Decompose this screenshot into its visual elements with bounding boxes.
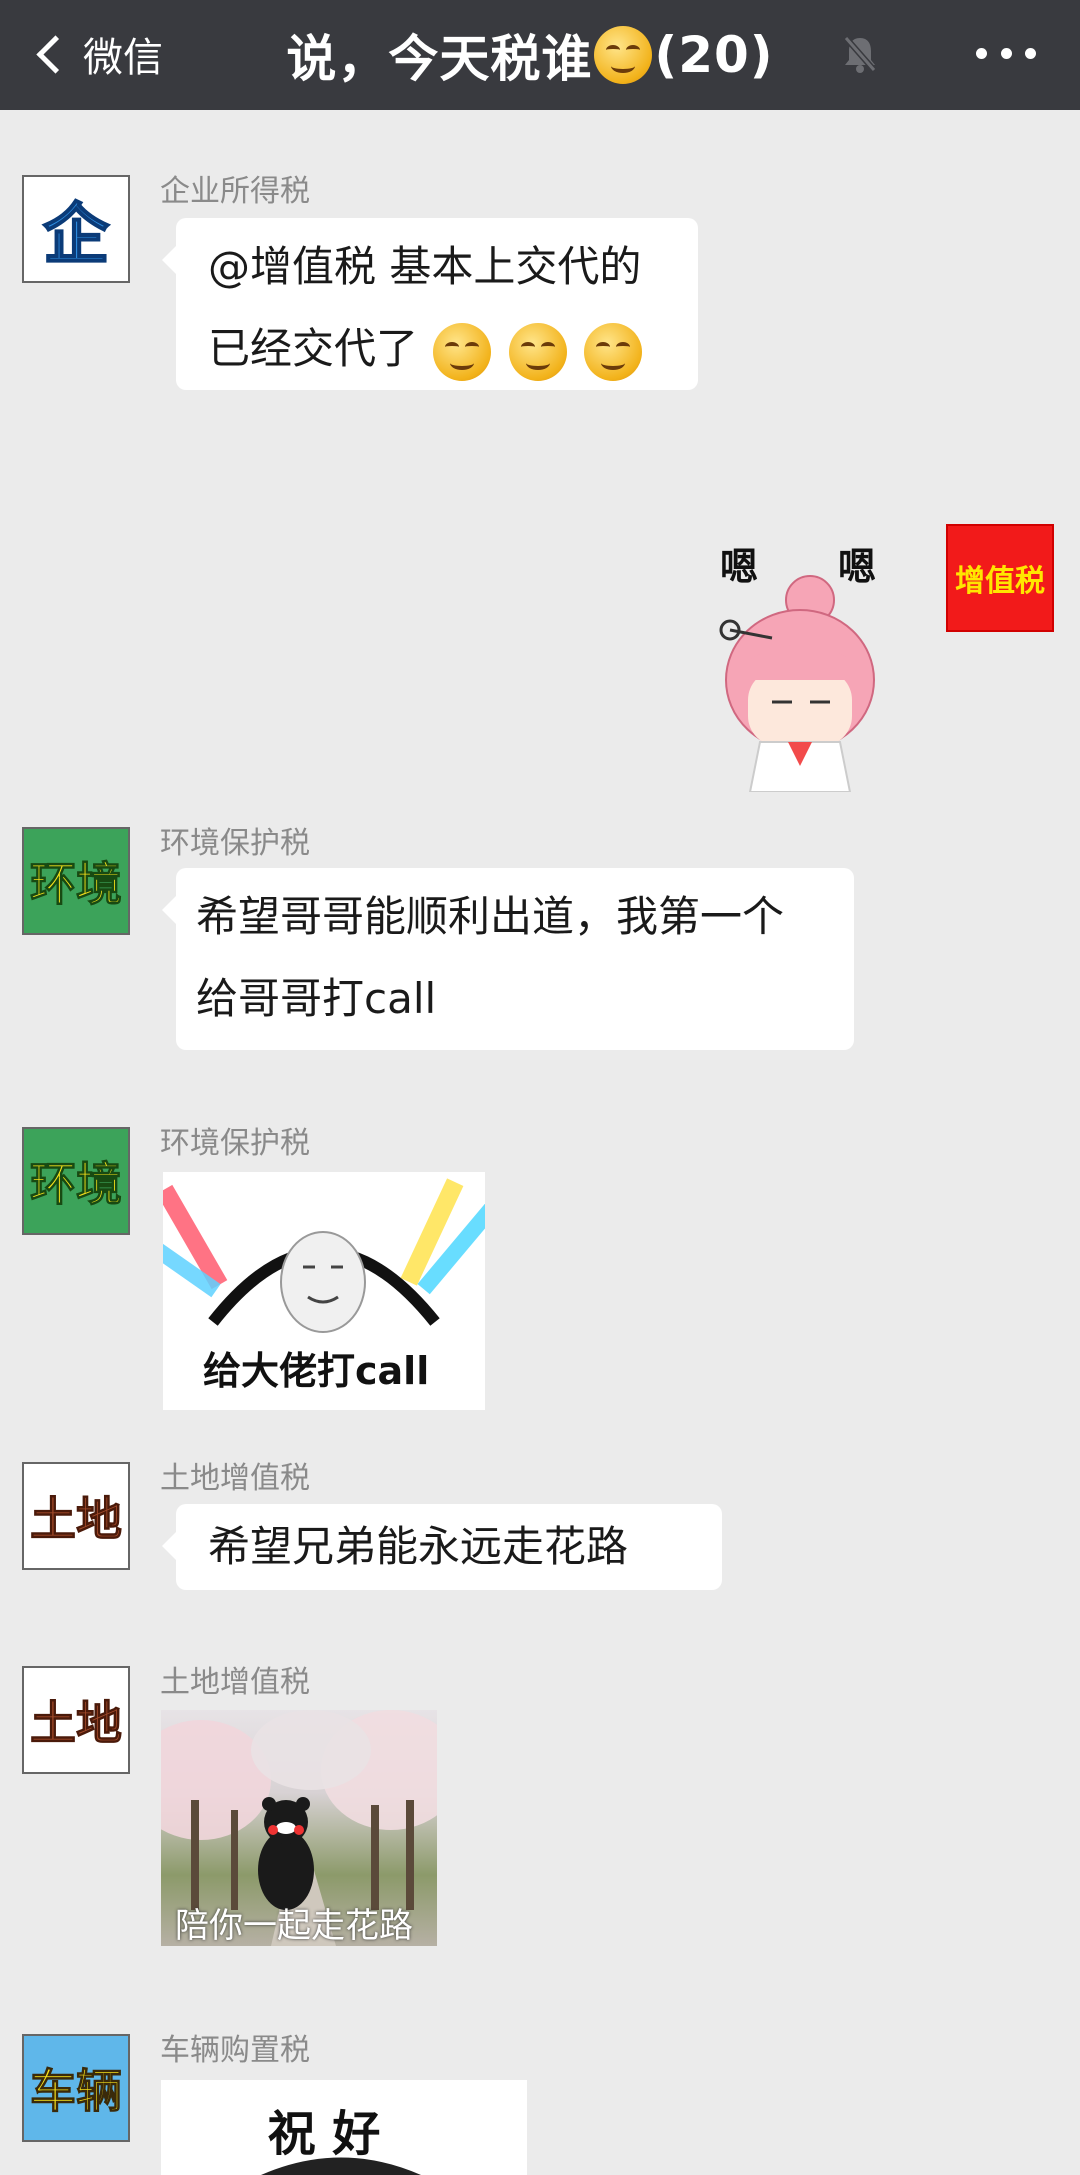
sender-name: 环境保护税 — [160, 1126, 310, 1161]
message-bubble[interactable]: @增值税 基本上交代的 已经交代了 — [162, 218, 698, 390]
sticker-caption: 给大佬打call — [203, 1349, 430, 1393]
sticker-best-wishes[interactable]: 祝 好 — [161, 2080, 527, 2175]
smirk-emoji-icon — [508, 322, 567, 381]
message-line: @增值税 基本上交代的 — [208, 242, 642, 291]
back-button[interactable]: 微信 — [30, 26, 163, 82]
top-bar: 微信 说，今天税谁 (20) — [0, 0, 1080, 110]
message-line: 已经交代了 — [208, 308, 666, 390]
avatar-enterprise-income-tax[interactable]: 企 — [22, 175, 130, 283]
sender-name: 土地增值税 — [160, 1665, 310, 1700]
chat-title-text: 说，今天税谁 — [286, 30, 593, 88]
avatar-environmental-tax[interactable]: 环境 — [22, 827, 130, 935]
smirk-emoji-icon — [584, 322, 643, 381]
chat-title: 说，今天税谁 (20) — [270, 22, 790, 88]
mute-bell-icon — [843, 36, 877, 73]
sender-name: 环境保护税 — [160, 826, 310, 861]
avatar-text: 环境 — [30, 857, 123, 912]
sender-name: 车辆购置税 — [160, 2033, 310, 2068]
svg-text:嗯: 嗯 — [838, 547, 876, 589]
chevron-left-icon — [36, 34, 75, 74]
smirk-emoji-icon — [433, 322, 492, 381]
self-avatar-vat[interactable]: 增值税 — [946, 524, 1054, 632]
sticker-girl-nodding[interactable]: 嗯 嗯 — [700, 530, 900, 792]
sender-name: 企业所得税 — [160, 174, 310, 209]
avatar-land-vat[interactable]: 土地 — [22, 1666, 130, 1774]
sticker-caption: 陪你一起走花路 — [175, 1906, 413, 1946]
avatar-environmental-tax[interactable]: 环境 — [22, 1127, 130, 1235]
avatar-text: 土地 — [30, 1696, 123, 1751]
sender-name: 土地增值税 — [160, 1461, 310, 1496]
avatar-land-vat[interactable]: 土地 — [22, 1462, 130, 1570]
message-line: 希望哥哥能顺利出道，我第一个 — [196, 892, 785, 941]
avatar-text: 车辆 — [30, 2064, 123, 2119]
avatar-text: 增值税 — [955, 564, 1045, 599]
avatar-text: 企 — [42, 195, 110, 274]
avatar-text: 环境 — [30, 1157, 123, 1212]
chat-member-count: (20) — [654, 26, 774, 84]
sticker-kumamon-flower-road[interactable]: 陪你一起走花路 — [161, 1710, 437, 1946]
message-line: 给哥哥打call — [196, 974, 437, 1023]
message-line: 希望兄弟能永远走花路 — [208, 1522, 629, 1571]
message-bubble[interactable]: 希望哥哥能顺利出道，我第一个 给哥哥打call — [162, 868, 854, 1050]
svg-text:嗯: 嗯 — [720, 547, 758, 589]
smirk-emoji-icon — [594, 26, 653, 84]
sticker-glowstick-call[interactable]: 给大佬打call — [163, 1172, 485, 1410]
avatar-vehicle-purchase-tax[interactable]: 车辆 — [22, 2034, 130, 2142]
back-label: 微信 — [83, 35, 163, 81]
more-dots-icon[interactable] — [976, 38, 1036, 68]
message-bubble[interactable]: 希望兄弟能永远走花路 — [162, 1504, 722, 1590]
avatar-text: 土地 — [30, 1492, 123, 1547]
